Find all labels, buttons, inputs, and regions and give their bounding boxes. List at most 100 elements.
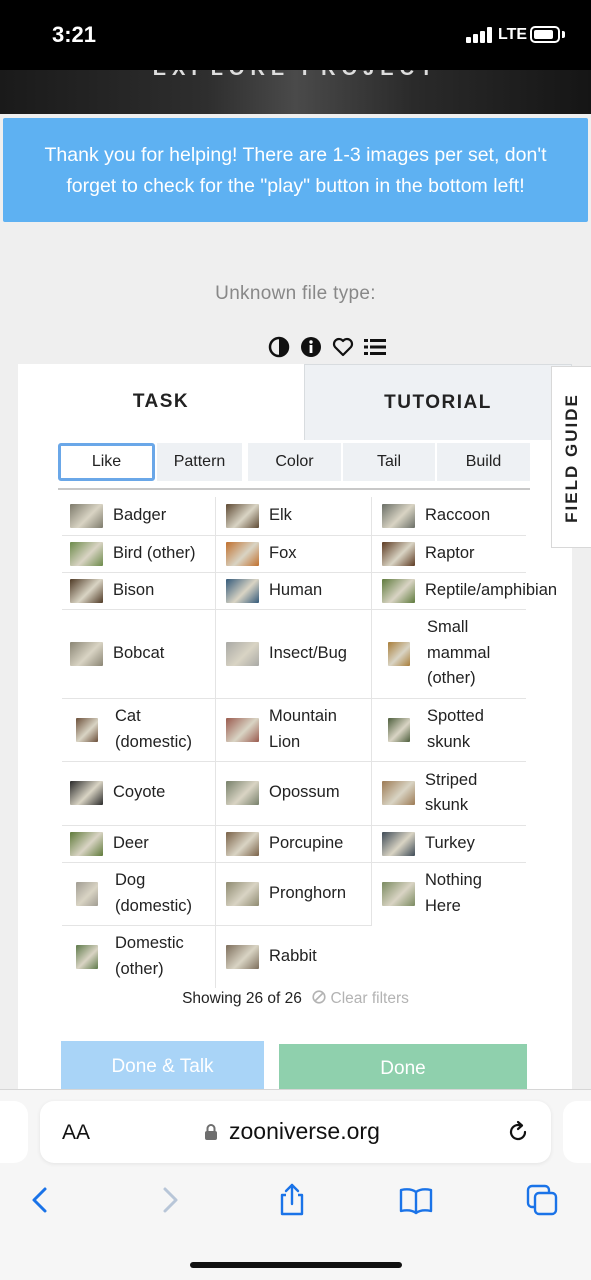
choice-thumbnail [70, 831, 103, 856]
tabs-icon[interactable] [525, 1183, 559, 1217]
choice-label: Opossum [269, 783, 340, 802]
forward-icon[interactable] [152, 1183, 186, 1217]
choice-label: Coyote [113, 783, 166, 802]
choice-thumbnail [382, 541, 415, 566]
choice-raptor[interactable]: Raptor [382, 535, 572, 572]
url-text[interactable]: zooniverse.org [229, 1118, 380, 1145]
choice-label: Raccoon [425, 506, 491, 525]
bookmarks-icon[interactable] [399, 1183, 433, 1217]
choice-label: Mountain Lion [269, 707, 337, 751]
filter-build[interactable]: Build [437, 443, 530, 481]
choice-coyote[interactable]: Coyote [70, 761, 212, 825]
choice-label: Deer [113, 833, 149, 852]
choice-thumbnail [76, 717, 98, 742]
tab-task[interactable]: TASK [18, 364, 304, 440]
back-icon[interactable] [24, 1183, 58, 1217]
done-button[interactable]: Done [279, 1044, 527, 1094]
choice-bobcat[interactable]: Bobcat [70, 609, 212, 698]
status-time: 3:21 [52, 22, 97, 47]
choice-spotted-skunk[interactable]: Spotted skunk [382, 698, 572, 761]
choice-thumbnail [226, 781, 259, 805]
choice-thumbnail [70, 578, 103, 603]
choice-thumbnail [226, 717, 259, 742]
choice-thumbnail [388, 717, 410, 742]
choice-thumbnail [70, 641, 103, 666]
choice-cat-domestic[interactable]: Cat (domestic) [70, 698, 212, 761]
choice-thumbnail [382, 831, 415, 856]
choice-bird-other[interactable]: Bird (other) [70, 535, 212, 572]
showing-count: Showing 26 of 26 Clear filters [0, 990, 591, 1008]
choice-label: Spotted skunk [427, 707, 484, 751]
done-and-talk-button[interactable]: Done & Talk [61, 1041, 264, 1093]
choice-thumbnail [76, 944, 98, 969]
filter-color[interactable]: Color [248, 443, 341, 481]
filter-like[interactable]: Like [58, 443, 155, 481]
choice-badger[interactable]: Badger [70, 497, 212, 535]
next-tab-pill[interactable] [563, 1101, 591, 1163]
choice-label: Bobcat [113, 643, 165, 662]
choice-label: Elk [269, 506, 292, 525]
choice-insect-bug[interactable]: Insect/Bug [226, 609, 370, 698]
choice-mountain-lion[interactable]: Mountain Lion [226, 698, 370, 761]
choice-thumbnail [226, 578, 259, 603]
choice-rabbit[interactable]: Rabbit [226, 925, 370, 988]
choice-label: Porcupine [269, 833, 344, 852]
project-header-text: EXPLORE PROJECT [0, 70, 591, 81]
choice-label: Dog (domestic) [115, 871, 193, 915]
choice-label: Raptor [425, 543, 475, 562]
tab-tutorial[interactable]: TUTORIAL [304, 364, 572, 440]
choice-label: Badger [113, 506, 167, 525]
choice-label: Small mammal (other) [427, 618, 491, 688]
choice-label: Striped skunk [425, 770, 478, 815]
choice-elk[interactable]: Elk [226, 497, 370, 535]
choice-striped-skunk[interactable]: Striped skunk [382, 761, 572, 825]
choice-label: Cat (domestic) [115, 707, 193, 751]
choice-fox[interactable]: Fox [226, 535, 370, 572]
choice-nothing-here[interactable]: Nothing Here [382, 862, 572, 925]
clear-filters-link[interactable]: Clear filters [312, 990, 409, 1007]
signal-icon [466, 27, 494, 43]
heart-icon[interactable] [332, 336, 354, 358]
choice-small-mammal-other[interactable]: Small mammal (other) [382, 609, 572, 698]
choice-turkey[interactable]: Turkey [382, 825, 572, 862]
choice-thumbnail [226, 881, 259, 906]
choice-opossum[interactable]: Opossum [226, 761, 370, 825]
choice-deer[interactable]: Deer [70, 825, 212, 862]
info-banner: Thank you for helping! There are 1-3 ima… [3, 118, 588, 222]
banner-line-1: Thank you for helping! There are 1-3 ima… [44, 144, 547, 166]
choice-pronghorn[interactable]: Pronghorn [226, 862, 370, 925]
showing-text: Showing 26 of 26 [182, 990, 302, 1007]
choice-thumbnail [382, 504, 415, 528]
contrast-icon[interactable] [268, 336, 290, 358]
choice-porcupine[interactable]: Porcupine [226, 825, 370, 862]
reload-icon[interactable] [506, 1120, 530, 1144]
choice-bison[interactable]: Bison [70, 572, 212, 609]
filter-tail[interactable]: Tail [343, 443, 435, 481]
choice-raccoon[interactable]: Raccoon [382, 497, 572, 535]
info-icon[interactable] [300, 336, 322, 358]
choice-label: Fox [269, 543, 297, 562]
choice-label: Bird (other) [113, 543, 196, 562]
unknown-file-type: Unknown file type: [215, 283, 376, 304]
previous-tab-pill[interactable] [0, 1101, 28, 1163]
choice-thumbnail [70, 781, 103, 805]
choice-label: Bison [113, 580, 155, 599]
choice-label: Domestic (other) [115, 934, 184, 978]
choice-thumbnail [382, 781, 415, 805]
lock-icon [205, 1124, 217, 1140]
choice-thumbnail [226, 541, 259, 566]
choice-domestic-other[interactable]: Domestic (other) [70, 925, 212, 988]
choice-label: Human [269, 580, 323, 599]
reader-aa-button[interactable]: AA [62, 1121, 90, 1145]
choice-human[interactable]: Human [226, 572, 370, 609]
choice-thumbnail [382, 578, 415, 603]
clear-icon [312, 990, 326, 1004]
choice-thumbnail [70, 541, 103, 566]
list-icon[interactable] [364, 336, 386, 358]
share-icon[interactable] [275, 1183, 309, 1217]
choice-reptile-amphibian[interactable]: Reptile/amphibian [382, 572, 572, 609]
battery-icon [530, 26, 560, 43]
home-indicator [190, 1262, 402, 1268]
choice-dog-domestic[interactable]: Dog (domestic) [70, 862, 212, 925]
filter-pattern[interactable]: Pattern [157, 443, 242, 481]
